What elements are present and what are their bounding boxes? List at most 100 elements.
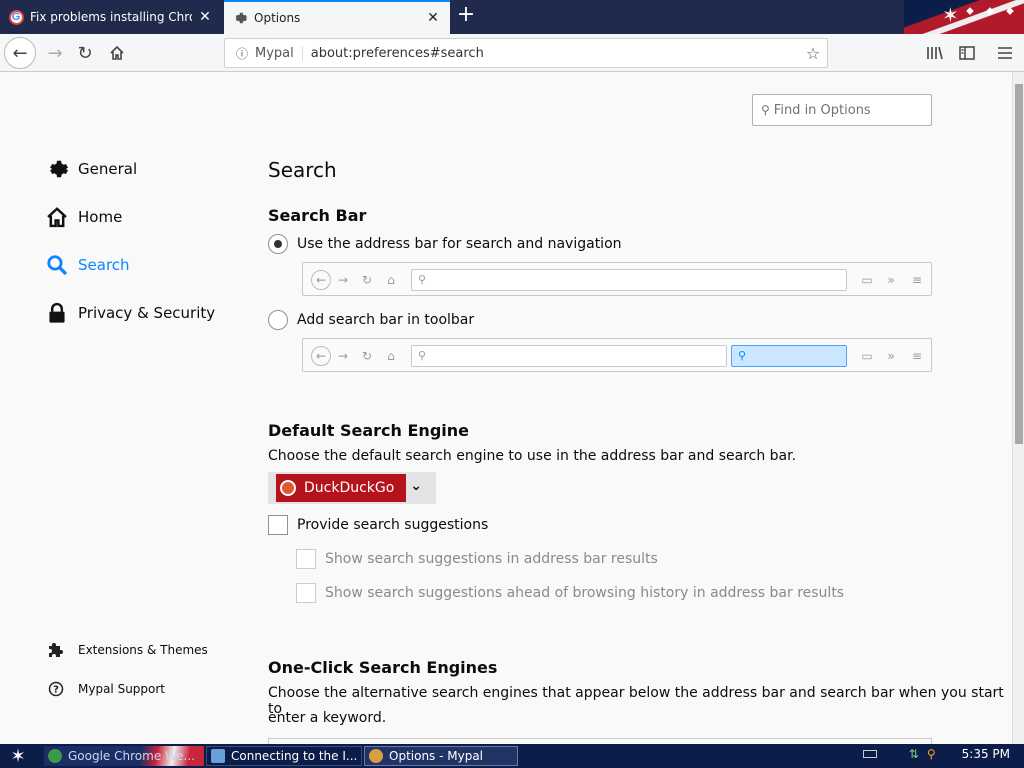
clock[interactable]: 5:35 PM [962, 747, 1010, 761]
taskbar-item-options-mypal[interactable]: Options - Mypal [364, 746, 518, 766]
back-button[interactable]: ← [4, 37, 36, 69]
selected-engine[interactable]: DuckDuckGo [276, 474, 406, 502]
radio-label: Use the address bar for search and navig… [297, 236, 622, 252]
checkbox[interactable] [268, 515, 288, 535]
sidebar-item-label: Mypal Support [78, 682, 166, 696]
sidebar-item-label: Home [78, 208, 123, 226]
chevron-down-icon[interactable]: ⌄ [410, 478, 422, 494]
toolbar-search-preview-image: ← → ↻ ⌂ ⚲ ⚲ ▭ » ≡ [302, 338, 932, 372]
google-icon: G [8, 9, 24, 25]
search-tray-icon[interactable]: ⚲ [927, 747, 936, 761]
radio-button[interactable] [268, 310, 288, 330]
close-window-icon[interactable]: ⬥ [1002, 4, 1018, 20]
checkbox-label: Provide search suggestions [297, 517, 489, 533]
taskbar-item-chrome[interactable]: Google Chrome We... [44, 746, 204, 766]
duckduckgo-icon [280, 480, 296, 496]
taskbar-item-connecting[interactable]: Connecting to the I... [206, 746, 362, 766]
hamburger-menu-icon [998, 47, 1012, 59]
scrollbar-thumb[interactable] [1015, 84, 1023, 444]
overflow-icon: » [887, 273, 895, 287]
default-engine-dropdown[interactable]: DuckDuckGo ⌄ [268, 472, 436, 504]
sidebar-item-label: Extensions & Themes [78, 643, 208, 657]
one-click-heading: One-Click Search Engines [268, 658, 498, 677]
system-tray: ⇅ ⚲ 5:35 PM [862, 747, 1010, 761]
sidebar-item-home[interactable]: Home [44, 204, 122, 230]
close-tab-icon[interactable]: ✕ [196, 8, 214, 26]
back-icon: ← [311, 346, 331, 366]
lock-icon [44, 300, 70, 326]
tab-title: Options [254, 11, 301, 25]
new-tab-button[interactable]: + [454, 4, 478, 28]
preferences-page: ⚲ Find in Options General Home Search Pr… [0, 72, 1012, 750]
tab-options[interactable]: Options ✕ [224, 0, 450, 34]
menu-icon: ≡ [911, 349, 923, 363]
search-icon: ⚲ [411, 269, 847, 291]
sidebar-icon [959, 46, 975, 60]
search-icon: ⚲ [761, 103, 770, 117]
home-icon: ⌂ [387, 273, 395, 287]
taskbar-item-label: Google Chrome We... [68, 749, 196, 763]
taskbar-item-label: Options - Mypal [389, 749, 484, 763]
chrome-installer-icon [48, 749, 62, 763]
sidebar-item-general[interactable]: General [44, 156, 137, 182]
sidebar-item-support[interactable]: ? Mypal Support [46, 681, 165, 697]
svg-text:?: ? [53, 685, 59, 696]
menu-button[interactable] [990, 38, 1020, 68]
sidebar-item-extensions[interactable]: Extensions & Themes [46, 642, 208, 658]
find-in-options-input[interactable]: ⚲ Find in Options [752, 94, 932, 126]
library-button[interactable] [920, 38, 950, 68]
reload-icon: ↻ [361, 273, 373, 287]
radio-address-bar[interactable]: Use the address bar for search and navig… [268, 234, 622, 254]
checkbox[interactable] [296, 549, 316, 569]
home-icon [110, 45, 124, 60]
tab-strip: G Fix problems installing Chrome - Go ✕ … [0, 0, 1024, 34]
back-icon: ← [311, 270, 331, 290]
checkbox-search-suggestions[interactable]: Provide search suggestions [268, 515, 488, 535]
checkbox[interactable] [296, 583, 316, 603]
installer-icon [211, 749, 225, 763]
url-bar[interactable]: ⓘ Mypal about:preferences#search ☆ [224, 38, 828, 68]
sidebar-item-privacy[interactable]: Privacy & Security [44, 300, 215, 326]
reload-button[interactable]: ↻ [70, 38, 100, 68]
minimize-icon[interactable]: ⬥ [962, 4, 978, 20]
page-title: Search [268, 158, 337, 182]
default-engine-heading: Default Search Engine [268, 421, 469, 440]
tab-title: Fix problems installing Chrome - Go [30, 10, 192, 24]
home-button[interactable] [102, 38, 132, 68]
search-bar-heading: Search Bar [268, 206, 367, 225]
site-identity: Mypal [253, 45, 303, 61]
network-icon[interactable]: ⇅ [909, 747, 919, 761]
one-click-description-cont: enter a keyword. [268, 710, 387, 726]
sidebar-item-search[interactable]: Search [44, 252, 130, 278]
maximize-icon[interactable]: ⬥ [982, 4, 998, 20]
search-icon [44, 252, 70, 278]
reload-icon: ↻ [361, 349, 373, 363]
bookmark-star-icon[interactable]: ☆ [799, 44, 827, 63]
forward-button[interactable]: → [40, 38, 70, 68]
sidebar-icon: ▭ [861, 349, 873, 363]
url-text[interactable]: about:preferences#search [303, 46, 799, 61]
start-menu-star-icon[interactable]: ✶ [0, 744, 36, 768]
info-icon[interactable]: ⓘ [231, 45, 253, 62]
sidebar-button[interactable] [952, 38, 982, 68]
navigation-bar: ← → ↻ ⓘ Mypal about:preferences#search ☆ [0, 34, 1024, 72]
window-controls: ⬥ ⬥ ⬥ [962, 4, 1018, 20]
checkbox-label: Show search suggestions in address bar r… [325, 551, 658, 567]
keyboard-icon[interactable] [862, 750, 877, 758]
search-icon: ⚲ [731, 345, 847, 367]
radio-label: Add search bar in toolbar [297, 312, 475, 328]
page-scrollbar[interactable] [1012, 72, 1024, 744]
home-icon [44, 204, 70, 230]
gear-icon [232, 10, 248, 26]
checkbox-suggest-address-bar[interactable]: Show search suggestions in address bar r… [296, 549, 658, 569]
radio-button[interactable] [268, 234, 288, 254]
overflow-icon: » [887, 349, 895, 363]
tab-chrome-help[interactable]: G Fix problems installing Chrome - Go ✕ [0, 0, 222, 34]
taskbar-item-label: Connecting to the I... [231, 749, 358, 763]
checkbox-suggest-ahead[interactable]: Show search suggestions ahead of browsin… [296, 583, 844, 603]
radio-toolbar-search[interactable]: Add search bar in toolbar [268, 310, 474, 330]
forward-icon: → [337, 273, 349, 287]
engine-name: DuckDuckGo [304, 480, 395, 496]
help-icon: ? [46, 681, 66, 697]
close-tab-icon[interactable]: ✕ [424, 9, 442, 27]
